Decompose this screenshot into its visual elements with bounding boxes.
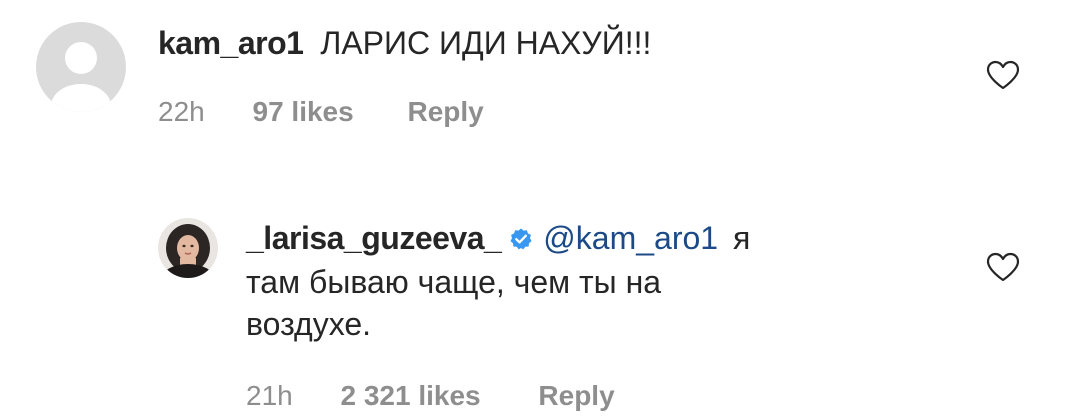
verified-badge-icon — [509, 221, 533, 259]
comment-likes[interactable]: 97 likes — [253, 96, 354, 128]
like-heart-icon[interactable] — [986, 252, 1020, 287]
reply-button[interactable]: Reply — [538, 380, 614, 412]
comment-text-line-2: там бываю чаще, чем ты на — [246, 264, 662, 300]
avatar[interactable] — [36, 22, 126, 112]
comment-time: 22h — [158, 96, 205, 127]
like-heart-icon[interactable] — [986, 60, 1020, 95]
comment-body: _larisa_guzeeva_ @kam_aro1 я там бываю ча… — [246, 219, 946, 343]
profile-photo — [158, 218, 218, 278]
comment-likes[interactable]: 2 321 likes — [341, 380, 481, 412]
comment-text: ЛАРИС ИДИ НАХУЙ!!! — [320, 25, 652, 61]
comment-username[interactable]: _larisa_guzeeva_ — [246, 220, 502, 256]
comment-meta: 22h 97 likes Reply — [158, 96, 484, 128]
comment-text-line-1: я — [732, 220, 751, 256]
avatar[interactable] — [158, 218, 218, 278]
comment-time: 21h — [246, 380, 293, 411]
comment-body: kam_aro1 ЛАРИС ИДИ НАХУЙ!!! — [158, 24, 651, 62]
default-avatar-icon — [36, 22, 126, 112]
reply-button[interactable]: Reply — [407, 96, 483, 128]
comment-meta: 21h 2 321 likes Reply — [246, 380, 615, 412]
mention-link[interactable]: @kam_aro1 — [543, 220, 718, 256]
comment-text-line-3: воздухе. — [246, 306, 372, 342]
comment-username[interactable]: kam_aro1 — [158, 25, 304, 61]
